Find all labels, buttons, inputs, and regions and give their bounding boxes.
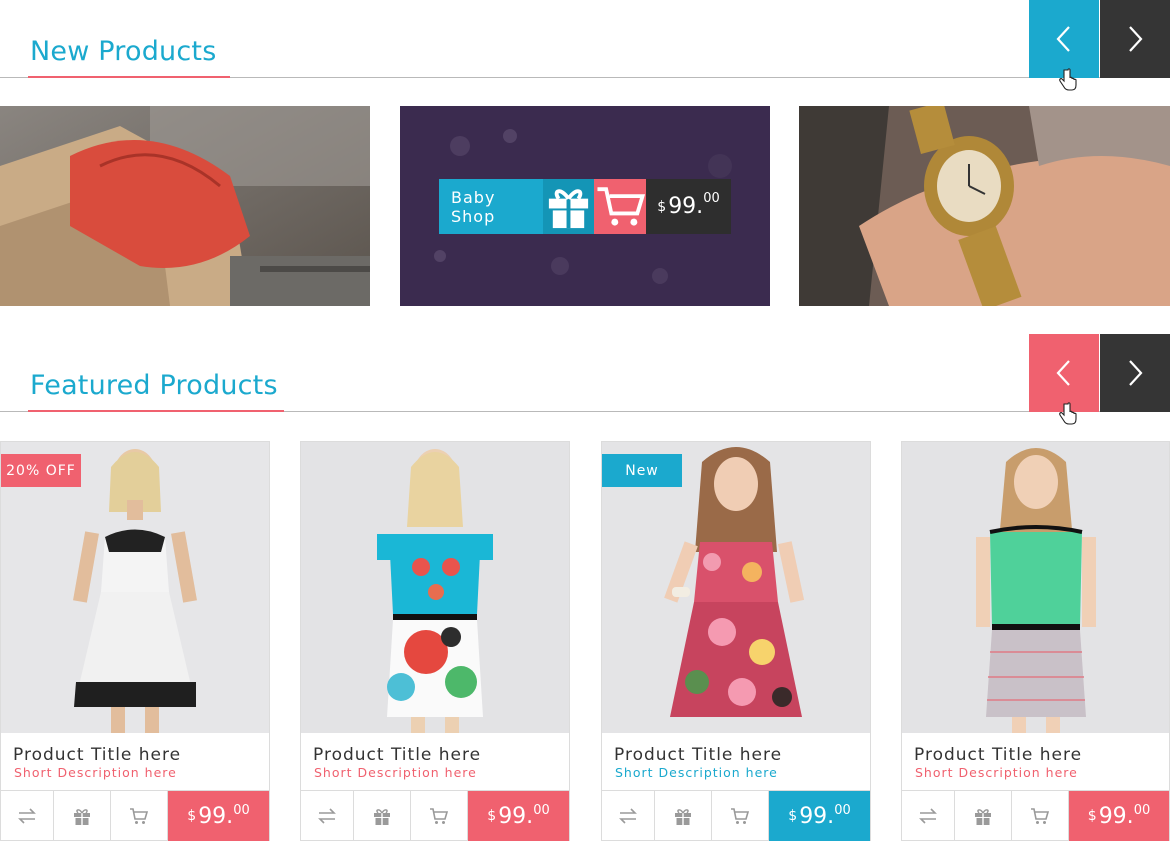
cart-icon	[430, 808, 449, 824]
chevron-left-icon	[1056, 360, 1070, 386]
new-products-prev-button[interactable]	[1029, 0, 1099, 78]
price-tag: $ 99. 00	[769, 791, 870, 841]
price-cents: 00	[233, 803, 250, 818]
featured-products-header: Featured Products	[0, 334, 1170, 425]
price-tag: $ 99. 00	[468, 791, 569, 841]
chevron-left-icon	[1056, 26, 1070, 52]
product-description: Short Description here	[314, 765, 477, 780]
price-main: 99.	[198, 803, 234, 829]
compare-arrows-icon	[18, 808, 36, 824]
hand-cursor-icon	[1059, 402, 1077, 425]
gift-icon	[374, 809, 390, 825]
wishlist-gift-button[interactable]	[54, 791, 111, 841]
price-cents: 00	[834, 803, 851, 818]
wishlist-gift-button[interactable]	[655, 791, 712, 841]
gift-button[interactable]	[543, 179, 594, 234]
new-products-next-button[interactable]	[1100, 0, 1170, 78]
compare-arrows-icon	[619, 808, 637, 824]
currency-symbol: $	[657, 198, 667, 215]
product-actions: $ 99. 00	[602, 790, 870, 841]
price-cents: 00	[533, 803, 550, 818]
product-image[interactable]	[301, 442, 569, 733]
baby-shop-overlay: Baby Shop $ 99. 00	[439, 179, 731, 234]
product-image[interactable]: New	[602, 442, 870, 733]
cart-icon	[1031, 808, 1050, 824]
price-tag: $ 99. 00	[646, 179, 731, 234]
hand-cursor-icon	[1059, 68, 1077, 91]
currency-symbol: $	[187, 808, 197, 824]
add-to-cart-button[interactable]	[111, 791, 168, 841]
wishlist-gift-button[interactable]	[955, 791, 1012, 841]
product-description: Short Description here	[615, 765, 778, 780]
add-to-cart-button[interactable]	[411, 791, 468, 841]
product-actions: $ 99. 00	[301, 790, 569, 841]
currency-symbol: $	[487, 808, 497, 824]
product-card[interactable]: 20% OFF Product Title here Short Descrip…	[0, 441, 270, 841]
gift-icon	[675, 809, 691, 825]
product-title[interactable]: Product Title here	[313, 745, 481, 765]
banner-handbag[interactable]	[0, 106, 370, 306]
cart-icon	[597, 187, 646, 226]
product-image[interactable]	[902, 442, 1169, 733]
price-main: 99.	[668, 194, 704, 219]
price-cents: 00	[703, 191, 720, 206]
product-description: Short Description here	[915, 765, 1078, 780]
discount-badge: 20% OFF	[1, 454, 81, 487]
featured-products-next-button[interactable]	[1100, 334, 1170, 412]
add-to-cart-button[interactable]	[712, 791, 769, 841]
title-underline	[28, 76, 230, 78]
product-actions: $ 99. 00	[902, 790, 1169, 841]
gift-icon	[548, 189, 589, 229]
chevron-right-icon	[1129, 26, 1143, 52]
product-description: Short Description here	[14, 765, 177, 780]
featured-products-title: Featured Products	[30, 370, 278, 401]
category-label[interactable]: Baby Shop	[439, 179, 543, 234]
cart-icon	[731, 808, 750, 824]
wishlist-gift-button[interactable]	[354, 791, 411, 841]
banner-baby-shop[interactable]: Baby Shop $ 99. 00	[400, 106, 770, 306]
product-card[interactable]: New Product Title here Short Description…	[601, 441, 871, 841]
currency-symbol: $	[788, 808, 798, 824]
compare-button[interactable]	[1, 791, 54, 841]
product-actions: $ 99. 00	[1, 790, 269, 841]
product-title[interactable]: Product Title here	[13, 745, 181, 765]
compare-button[interactable]	[301, 791, 354, 841]
gold-wristwatch-photo	[799, 106, 1170, 306]
compare-button[interactable]	[902, 791, 955, 841]
price-tag: $ 99. 00	[1069, 791, 1169, 841]
gift-icon	[975, 809, 991, 825]
gift-icon	[74, 809, 90, 825]
new-products-title: New Products	[30, 36, 217, 67]
price-main: 99.	[1098, 803, 1134, 829]
price-tag: $ 99. 00	[168, 791, 269, 841]
product-card[interactable]: Product Title here Short Description her…	[300, 441, 570, 841]
compare-button[interactable]	[602, 791, 655, 841]
new-badge: New	[602, 454, 682, 487]
price-main: 99.	[799, 803, 835, 829]
product-title[interactable]: Product Title here	[614, 745, 782, 765]
featured-products-prev-button[interactable]	[1029, 334, 1099, 412]
red-handbag-photo	[0, 106, 370, 306]
chevron-right-icon	[1129, 360, 1143, 386]
add-to-cart-button[interactable]	[1012, 791, 1069, 841]
green-knit-dress-photo	[902, 442, 1169, 733]
title-underline	[28, 410, 284, 412]
new-products-header: New Products	[0, 0, 1170, 91]
compare-arrows-icon	[919, 808, 937, 824]
product-title[interactable]: Product Title here	[914, 745, 1082, 765]
currency-symbol: $	[1087, 808, 1097, 824]
product-image[interactable]: 20% OFF	[1, 442, 269, 733]
product-card[interactable]: Product Title here Short Description her…	[901, 441, 1170, 841]
compare-arrows-icon	[318, 808, 336, 824]
add-to-cart-button[interactable]	[594, 179, 646, 234]
price-main: 99.	[498, 803, 534, 829]
banner-watch[interactable]	[799, 106, 1170, 306]
cart-icon	[130, 808, 149, 824]
blue-floral-top-photo	[301, 442, 569, 733]
price-cents: 00	[1133, 803, 1151, 818]
